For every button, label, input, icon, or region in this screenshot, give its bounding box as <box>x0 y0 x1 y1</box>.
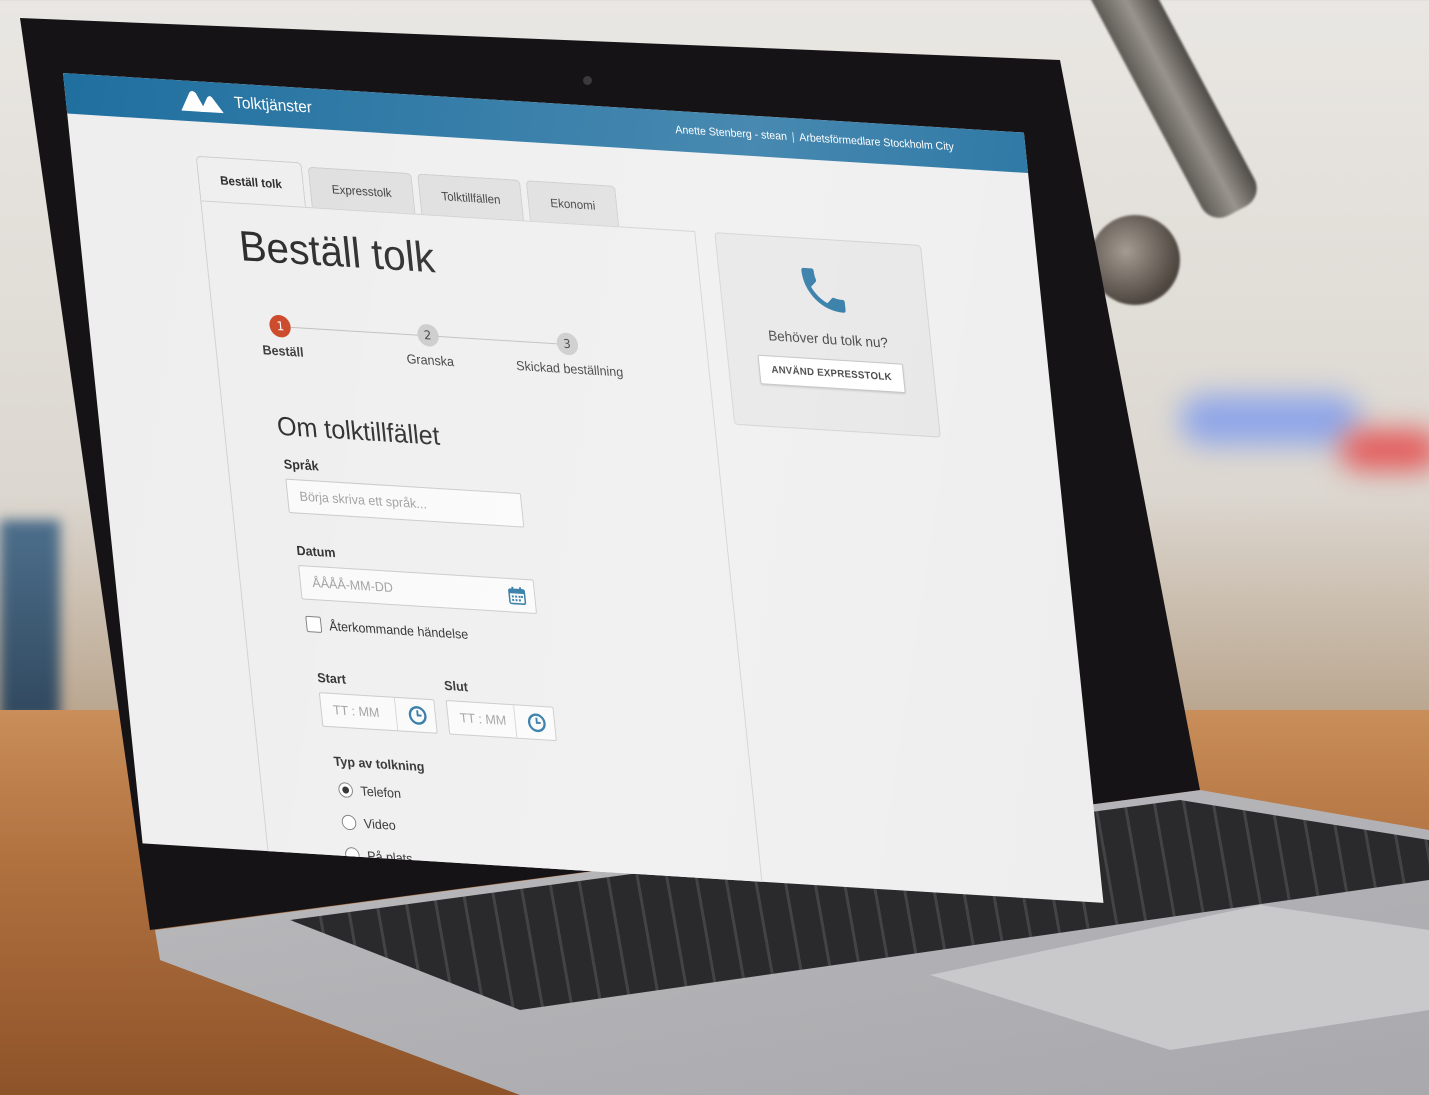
order-form-panel: Beställ tolk 1 Beställ 2 Granska 3 Skick… <box>200 200 769 903</box>
start-time-input[interactable]: TT : MM <box>318 692 438 734</box>
clock-icon[interactable] <box>399 698 437 733</box>
start-placeholder: TT : MM <box>332 702 381 721</box>
user-info[interactable]: Anette Stenberg - stean | Arbetsförmedlare… <box>675 124 955 153</box>
user-organization: Arbetsförmedlare Stockholm City <box>798 131 955 154</box>
section-title: Om tolktillfället <box>275 410 442 451</box>
step-number: 2 <box>415 323 440 348</box>
page-title: Beställ tolk <box>236 221 437 282</box>
progress-stepper: 1 Beställ 2 Granska 3 Skickad beställnin… <box>259 314 624 394</box>
express-panel: Behöver du tolk nu? ANVÄND EXPRESSTOLK <box>714 232 941 438</box>
phone-icon <box>718 256 929 329</box>
end-label: Slut <box>443 677 469 695</box>
step-number: 3 <box>555 332 579 356</box>
brand-logo-icon <box>181 91 224 114</box>
step-1: 1 Beställ <box>259 314 304 360</box>
user-name: Anette Stenberg - stean <box>674 123 788 144</box>
recurring-checkbox[interactable] <box>305 615 323 633</box>
clock-icon[interactable] <box>518 705 556 740</box>
step-label: Skickad beställning <box>515 357 624 380</box>
brand[interactable]: Tolktjänster <box>177 88 313 121</box>
date-input[interactable]: ÅÅÅÅ-MM-DD <box>298 564 538 615</box>
background-light <box>1340 430 1429 470</box>
express-question: Behöver du tolk nu? <box>767 327 889 351</box>
input-divider <box>513 705 518 738</box>
tab-bestall-tolk[interactable]: Beställ tolk <box>195 155 307 207</box>
step-2: 2 Granska <box>403 323 455 370</box>
interpretation-type-label: Typ av tolkning <box>332 753 426 775</box>
step-number: 1 <box>268 314 293 338</box>
laptop-screen: Tolktjänster Anette Stenberg - stean | Arb… <box>63 73 1104 903</box>
step-label: Granska <box>405 351 455 370</box>
radio-video[interactable]: Video <box>341 814 396 833</box>
end-placeholder: TT : MM <box>459 709 507 728</box>
date-label: Datum <box>295 542 337 561</box>
input-divider <box>393 697 399 731</box>
recurring-checkbox-row[interactable]: Återkommande händelse <box>305 615 469 642</box>
date-placeholder: ÅÅÅÅ-MM-DD <box>311 574 394 596</box>
background-light <box>1180 395 1360 445</box>
radio-telefon[interactable]: Telefon <box>337 781 402 802</box>
background-lamp-arm <box>1070 0 1264 225</box>
calendar-icon[interactable] <box>498 578 536 613</box>
step-label: Beställ <box>261 342 305 360</box>
end-time-input[interactable]: TT : MM <box>445 700 557 742</box>
radio-label: Video <box>363 815 397 833</box>
laptop-camera <box>583 76 592 85</box>
use-express-button[interactable]: ANVÄND EXPRESSTOLK <box>757 354 906 394</box>
radio-label: Telefon <box>359 783 402 802</box>
user-separator: | <box>791 131 796 144</box>
radio-button[interactable] <box>337 781 354 799</box>
brand-name: Tolktjänster <box>233 94 313 117</box>
recurring-label: Återkommande händelse <box>328 617 469 642</box>
tab-ekonomi[interactable]: Ekonomi <box>526 180 620 227</box>
radio-button[interactable] <box>341 814 358 831</box>
language-label: Språk <box>283 456 320 474</box>
tab-tolktillfallen[interactable]: Tolktillfällen <box>417 173 525 221</box>
background-blur <box>0 520 60 720</box>
step-3: 3 Skickad beställning <box>512 329 624 380</box>
language-input[interactable]: Börja skriva ett språk... <box>285 478 525 528</box>
start-label: Start <box>316 669 347 687</box>
tab-expresstolk[interactable]: Expresstolk <box>307 166 416 214</box>
